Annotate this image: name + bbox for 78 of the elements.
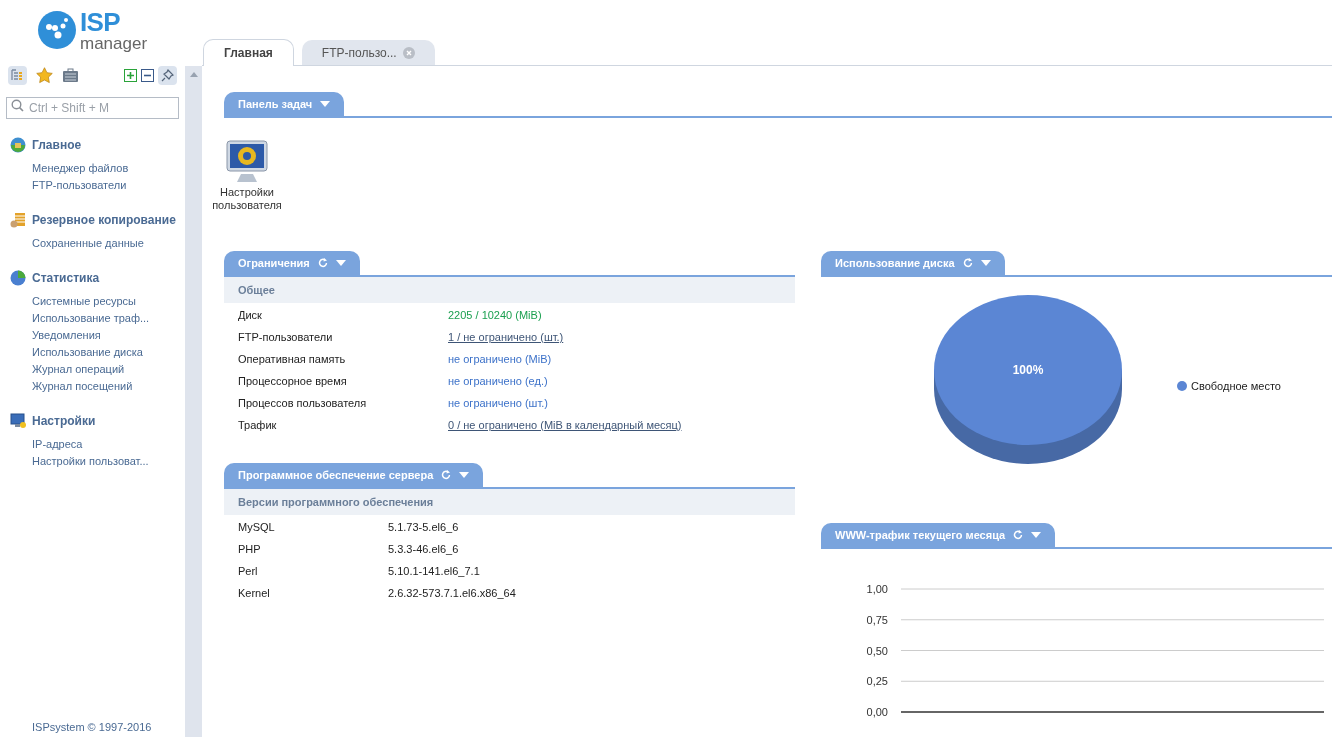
caret-icon[interactable] bbox=[320, 101, 331, 107]
table-cell-text: Perl bbox=[238, 563, 259, 579]
refresh-icon[interactable] bbox=[441, 470, 452, 480]
section-heading: Общее bbox=[224, 277, 795, 303]
table-cell-text: MySQL bbox=[238, 519, 276, 535]
refresh-icon[interactable] bbox=[962, 258, 973, 268]
search-icon bbox=[11, 99, 24, 112]
sidebar-item[interactable]: Настройки пользоват... bbox=[10, 453, 185, 470]
table-cell-text: не ограничено (шт.) bbox=[448, 395, 548, 411]
sidebar-item[interactable]: FTP-пользователи bbox=[10, 177, 185, 194]
axis-tick-label: 0,00 bbox=[866, 706, 888, 718]
table-cell-text: Kernel bbox=[238, 585, 271, 601]
star-icon[interactable] bbox=[36, 66, 53, 84]
pin-icon bbox=[161, 68, 174, 82]
close-icon[interactable] bbox=[402, 46, 415, 59]
sidebar-item[interactable]: Журнал посещений bbox=[10, 378, 185, 395]
briefcase-icon[interactable] bbox=[62, 67, 79, 83]
scrollbar[interactable] bbox=[185, 66, 202, 737]
pin-button[interactable] bbox=[158, 65, 177, 85]
table-cell-text: Трафик bbox=[238, 417, 278, 433]
section-icon bbox=[10, 212, 26, 228]
sidebar-section-title[interactable]: Статистика bbox=[32, 269, 100, 287]
sidebar-section-title[interactable]: Резервное копирование bbox=[32, 211, 176, 229]
table-cell-text: 2205 / 10240 (MiB) bbox=[448, 307, 542, 323]
expand-all-icon[interactable] bbox=[124, 68, 137, 82]
section-icon bbox=[10, 413, 26, 429]
sidebar-item[interactable]: Сохраненные данные bbox=[10, 235, 185, 252]
legend-label: Свободное место bbox=[1191, 378, 1281, 394]
caret-icon[interactable] bbox=[980, 260, 991, 266]
section-heading: Версии программного обеспечения bbox=[224, 489, 795, 515]
sidebar-item[interactable]: Системные ресурсы bbox=[10, 293, 185, 310]
section-icon bbox=[10, 270, 26, 286]
shortcut-label[interactable]: Настройки пользователя bbox=[207, 186, 287, 212]
scroll-up-icon[interactable] bbox=[189, 72, 198, 77]
search-field[interactable]: Ctrl + Shift + M bbox=[6, 97, 179, 119]
sidebar-item[interactable]: Использование траф... bbox=[10, 310, 185, 327]
table-cell-text: Процессорное время bbox=[238, 373, 348, 389]
caret-icon[interactable] bbox=[1031, 532, 1042, 538]
logo-subtitle: manager bbox=[80, 34, 148, 52]
sidebar-item[interactable]: IP-адреса bbox=[10, 436, 185, 453]
table-cell-text: не ограничено (MiB) bbox=[448, 351, 552, 367]
logo-icon bbox=[38, 11, 76, 49]
link[interactable]: 1 / не ограничено (шт.) bbox=[448, 328, 564, 346]
sidebar-item[interactable]: Менеджер файлов bbox=[10, 160, 185, 177]
table-cell-text: Процессов пользователя bbox=[238, 395, 368, 411]
sidebar-item[interactable]: Журнал операций bbox=[10, 361, 185, 378]
sidebar-item[interactable]: Уведомления bbox=[10, 327, 185, 344]
settings-icon[interactable] bbox=[224, 138, 270, 184]
sidebar-section-title[interactable]: Настройки bbox=[32, 412, 96, 430]
sidebar-section-title[interactable]: Главное bbox=[32, 136, 82, 154]
caret-icon[interactable] bbox=[335, 260, 346, 266]
table-cell-text: Оперативная память bbox=[238, 351, 347, 367]
collapse-all-icon[interactable] bbox=[141, 68, 154, 82]
axis-tick-label: 0,25 bbox=[866, 675, 888, 688]
sidebar-item[interactable]: Использование диска bbox=[10, 344, 185, 361]
axis-tick-label: 0,50 bbox=[866, 644, 888, 657]
tree-view-button[interactable] bbox=[8, 65, 27, 85]
axis-tick-label: 1,00 bbox=[866, 583, 888, 595]
table-cell-text: не ограничено (ед.) bbox=[448, 373, 548, 389]
table-cell-text: 2.6.32-573.7.1.el6.x86_64 bbox=[388, 585, 516, 601]
logo-text: ISP bbox=[80, 8, 121, 35]
tab[interactable]: FTP-пользо... bbox=[301, 40, 435, 65]
table-cell-text: 5.10.1-141.el6_7.1 bbox=[388, 563, 480, 579]
link[interactable]: 0 / не ограничено (MiB в календарный месяц) bbox=[448, 416, 682, 434]
tree-icon bbox=[11, 68, 24, 82]
table-cell-text: PHP bbox=[238, 541, 262, 557]
table-cell-text: 5.1.73-5.el6_6 bbox=[388, 519, 459, 535]
table-cell-text: FTP-пользователи bbox=[238, 329, 334, 345]
tab[interactable]: Главная bbox=[203, 39, 294, 66]
table-cell-text: 5.3.3-46.el6_6 bbox=[388, 541, 459, 557]
refresh-icon[interactable] bbox=[1013, 530, 1024, 540]
section-icon bbox=[10, 137, 26, 153]
table-cell-text: Диск bbox=[238, 307, 263, 323]
caret-icon[interactable] bbox=[459, 472, 470, 478]
refresh-icon[interactable] bbox=[317, 258, 328, 268]
data-label: 100% bbox=[1012, 362, 1044, 377]
copyright-text: ISPsystem © 1997-2016 bbox=[31, 719, 153, 735]
axis-tick-label: 0,75 bbox=[866, 613, 888, 626]
